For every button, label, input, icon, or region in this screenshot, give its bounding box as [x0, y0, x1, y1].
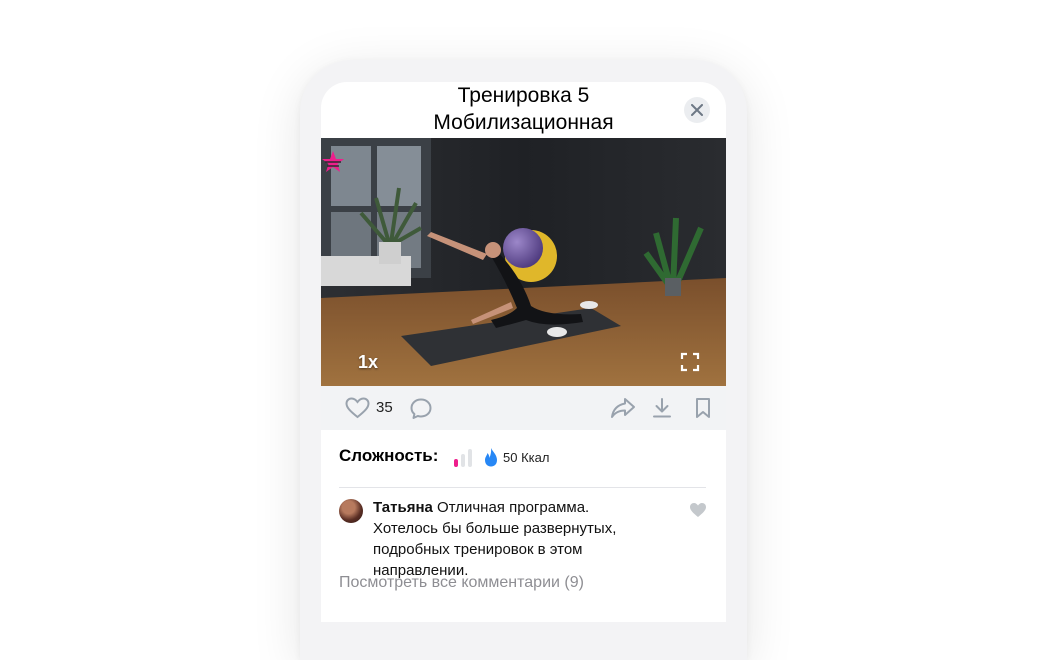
difficulty-bar-2: [461, 454, 465, 467]
brand-logo: [322, 151, 344, 172]
like-count: 35: [376, 399, 393, 416]
comment: Татьяна Отличная программа. Хотелось бы …: [373, 497, 643, 581]
comment-author[interactable]: Татьяна: [373, 499, 433, 516]
workout-modal: Тренировка 5 Мобилизационная 1x 35 Сложн…: [321, 82, 726, 622]
divider: [339, 487, 706, 488]
close-icon: [691, 104, 703, 116]
close-button[interactable]: [684, 97, 710, 123]
action-bar: 35: [321, 386, 726, 430]
difficulty-bar-3: [468, 449, 472, 467]
workout-title: Тренировка 5 Мобилизационная: [361, 82, 686, 136]
video-player[interactable]: 1x: [321, 138, 726, 386]
bookmark-icon[interactable]: [695, 397, 711, 419]
heart-icon[interactable]: [345, 397, 370, 419]
difficulty-level-indicator: [454, 449, 474, 467]
view-all-comments-link[interactable]: Посмотреть все комментарии (9): [339, 574, 584, 592]
workout-title-line-2: Мобилизационная: [433, 111, 614, 134]
flame-icon: [485, 448, 497, 467]
share-icon[interactable]: [610, 397, 636, 419]
difficulty-bar-1: [454, 459, 458, 467]
avatar[interactable]: [339, 499, 363, 523]
comment-like-heart-icon[interactable]: [689, 502, 707, 518]
playback-speed-button[interactable]: 1x: [358, 352, 378, 373]
calories-value: 50 Ккал: [503, 450, 550, 465]
download-icon[interactable]: [651, 397, 673, 419]
comment-icon[interactable]: [409, 397, 433, 421]
video-frame: [321, 138, 726, 386]
fullscreen-icon[interactable]: [680, 352, 700, 372]
difficulty-label: Сложность:: [339, 446, 439, 465]
workout-title-line-1: Тренировка 5: [457, 84, 590, 107]
